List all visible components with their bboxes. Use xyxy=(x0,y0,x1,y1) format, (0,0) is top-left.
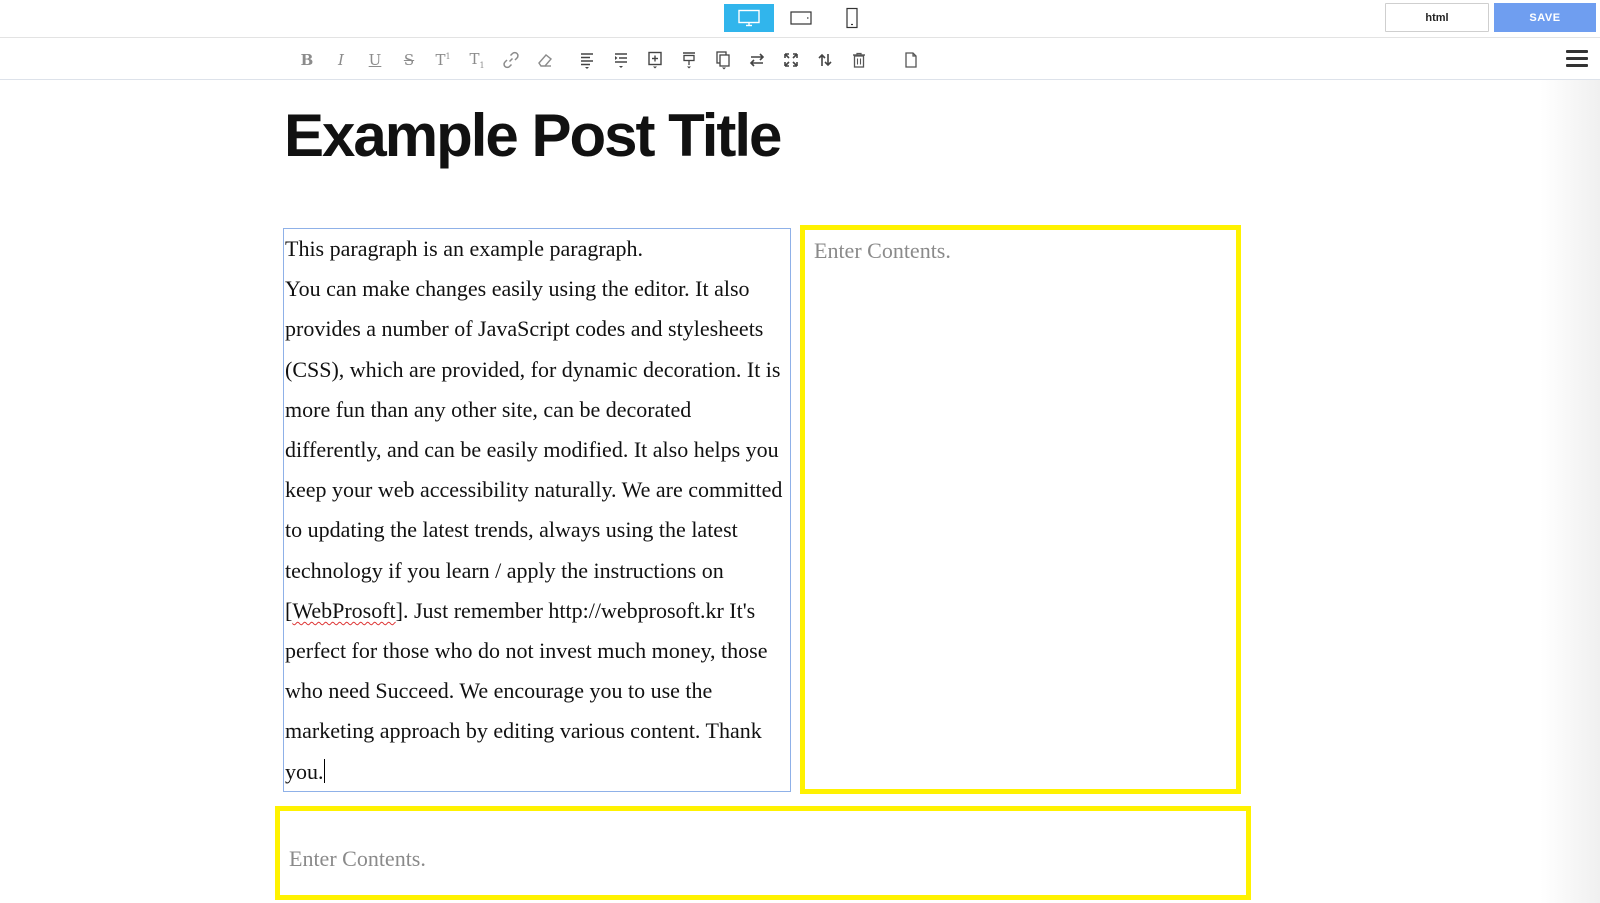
underline-icon: U xyxy=(368,51,382,69)
post-title[interactable]: Example Post Title xyxy=(284,101,782,170)
expand-icon xyxy=(784,53,798,67)
insert-above-icon xyxy=(683,52,695,69)
format-toolbar: B I U S T1 T1 xyxy=(0,39,1600,80)
superscript-button[interactable]: T1 xyxy=(431,48,455,72)
subscript-icon: T1 xyxy=(469,50,485,70)
strikethrough-button[interactable]: S xyxy=(397,48,421,72)
desktop-icon xyxy=(738,9,760,27)
bold-icon: B xyxy=(300,51,314,69)
strikethrough-icon: S xyxy=(403,51,415,69)
expand-button[interactable] xyxy=(779,48,803,72)
side-panel-edge xyxy=(1540,80,1600,903)
paragraph-text[interactable]: This paragraph is an example paragraph. Y… xyxy=(285,229,790,791)
mobile-icon xyxy=(846,7,858,29)
tablet-icon xyxy=(790,11,812,25)
tablet-view-button[interactable] xyxy=(776,4,826,32)
swap-icon xyxy=(749,53,765,67)
hamburger-icon[interactable] xyxy=(1566,50,1590,70)
paragraph-first-line: This paragraph is an example paragraph. xyxy=(285,236,643,261)
align-icon xyxy=(581,53,593,69)
content-placeholder: Enter Contents. xyxy=(814,238,951,263)
move-icon xyxy=(818,53,832,67)
superscript-icon: T1 xyxy=(435,51,451,69)
italic-icon: I xyxy=(338,51,344,69)
save-button[interactable]: SAVE xyxy=(1494,3,1596,32)
link-icon xyxy=(503,51,519,69)
delete-icon xyxy=(853,52,865,68)
subscript-button[interactable]: T1 xyxy=(465,48,489,72)
page-button[interactable] xyxy=(899,48,923,72)
swap-button[interactable] xyxy=(745,48,769,72)
page-icon xyxy=(905,52,917,68)
duplicate-button[interactable] xyxy=(711,48,735,72)
insert-block-button[interactable] xyxy=(643,48,667,72)
paragraph-editor[interactable]: This paragraph is an example paragraph. Y… xyxy=(283,228,791,792)
empty-content-block-right[interactable]: Enter Contents. xyxy=(800,225,1241,794)
duplicate-icon xyxy=(716,51,730,70)
mobile-view-button[interactable] xyxy=(827,4,877,32)
text-cursor xyxy=(323,758,325,783)
spellcheck-word: WebProsoft xyxy=(292,597,396,623)
insert-block-icon xyxy=(648,51,662,69)
delete-button[interactable] xyxy=(847,48,871,72)
top-bar: html SAVE xyxy=(0,0,1600,38)
html-button[interactable]: html xyxy=(1385,3,1489,32)
eraser-icon xyxy=(538,54,553,67)
content-placeholder: Enter Contents. xyxy=(289,846,426,871)
desktop-view-button[interactable] xyxy=(724,4,774,32)
indent-icon xyxy=(615,53,627,68)
link-button[interactable] xyxy=(499,48,523,72)
insert-above-button[interactable] xyxy=(677,48,701,72)
align-button[interactable] xyxy=(575,48,599,72)
italic-button[interactable]: I xyxy=(329,48,353,72)
bold-button[interactable]: B xyxy=(295,48,319,72)
move-button[interactable] xyxy=(813,48,837,72)
empty-content-block-bottom[interactable]: Enter Contents. xyxy=(275,806,1251,900)
clear-format-button[interactable] xyxy=(533,48,557,72)
indent-button[interactable] xyxy=(609,48,633,72)
paragraph-body-end: ]. Just remember http://webprosoft.kr It… xyxy=(285,597,768,784)
underline-button[interactable]: U xyxy=(363,48,387,72)
paragraph-body-start: You can make changes easily using the ed… xyxy=(285,276,783,623)
